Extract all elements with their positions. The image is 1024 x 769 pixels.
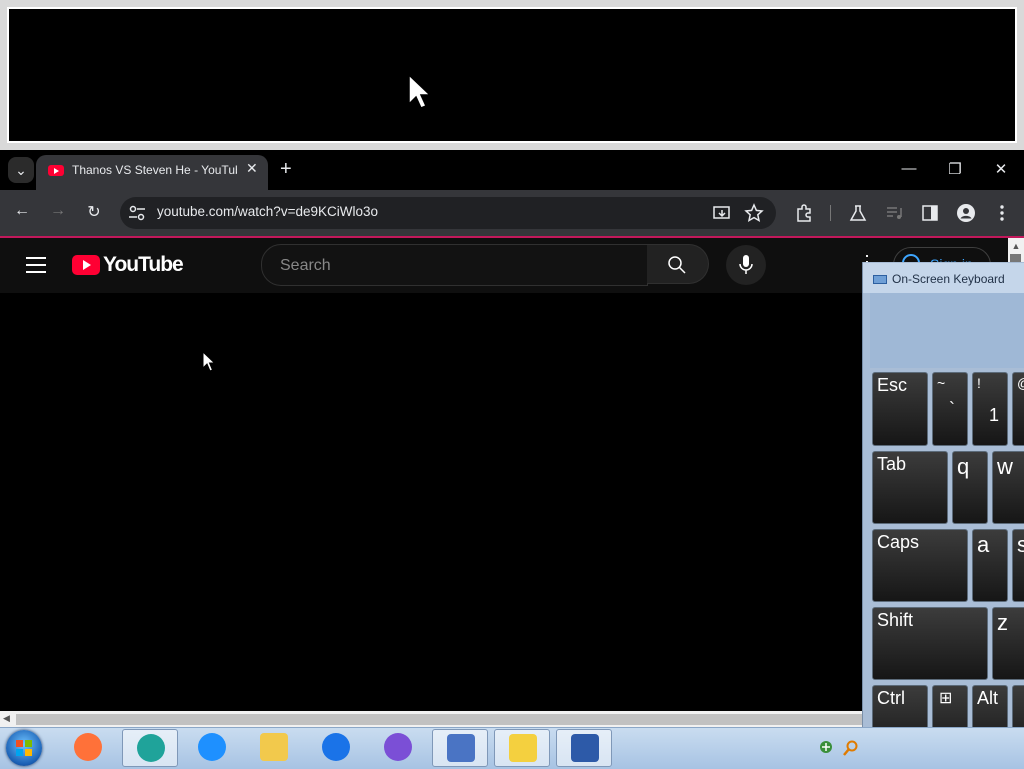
taskbar-app-firefox[interactable] [60,729,116,767]
reload-button[interactable]: ↻ [83,202,105,222]
tab-close-icon[interactable]: ✕ [246,160,258,177]
magnifier-tray-icon[interactable] [843,740,859,756]
key-label-top: ! [977,375,981,391]
key-label: Esc [877,375,908,395]
taskbar-app-internet-explorer[interactable] [184,729,240,767]
on-screen-keyboard-icon [571,734,599,762]
tips-icon [509,734,537,762]
key-shift[interactable]: Shift [872,607,988,680]
close-window-button[interactable]: ✕ [990,160,1012,178]
taskbar-app-tips[interactable] [494,729,550,767]
new-tab-button[interactable]: + [280,158,292,181]
media-controls-icon[interactable] [884,203,904,223]
taskbar-app-chrome[interactable] [308,729,364,767]
windows-logo-icon [16,740,32,756]
key-label: Alt [977,688,999,708]
key-label: Tab [877,454,907,474]
key-label: ` [949,399,955,419]
install-app-icon[interactable] [712,203,732,223]
key-label: q [957,454,970,479]
key-label: Ctrl [877,688,905,708]
mouse-cursor-icon [202,351,216,372]
osk-title: On-Screen Keyboard [892,272,1005,286]
magnifier-view [7,7,1017,143]
key-w[interactable]: w [992,451,1024,524]
key-z[interactable]: z [992,607,1024,680]
key-s[interactable]: s [1012,529,1024,602]
key-tilde[interactable]: ~ ` [932,372,968,446]
hamburger-menu-icon[interactable] [26,257,46,273]
key-tab[interactable]: Tab [872,451,948,524]
key-label: a [977,532,990,557]
key-esc[interactable]: Esc [872,372,928,446]
restore-button[interactable]: ❐ [944,160,966,178]
internet-explorer-icon [198,733,226,761]
firefox-alt-icon [384,733,412,761]
windows-logo-icon: ⊞ [939,690,953,707]
minimize-button[interactable]: — [898,160,920,177]
key-label: s [1017,532,1024,557]
microphone-icon [739,255,753,274]
key-label: w [997,454,1013,479]
taskbar-app-firefox-alt[interactable] [370,729,426,767]
key-2[interactable]: @ [1012,372,1024,446]
tab-title: Thanos VS Steven He - YouTube [72,163,237,177]
search-icon [668,256,686,274]
tab-list-button[interactable]: ⌄ [8,157,34,183]
site-info-icon[interactable] [128,205,146,221]
youtube-favicon-icon [48,165,64,176]
file-explorer-icon [260,733,288,761]
chrome-menu-icon[interactable] [992,203,1012,223]
chrome-icon [322,733,350,761]
key-label: Shift [877,610,914,630]
scroll-up-arrow-icon[interactable]: ▲ [1008,238,1024,254]
keyboard-icon [873,275,887,284]
magnifier-icon [447,734,475,762]
taskbar-app-file-explorer[interactable] [246,729,302,767]
key-q[interactable]: q [952,451,988,524]
profile-avatar-icon[interactable] [956,203,976,223]
edge-icon [137,734,165,762]
bookmark-star-icon[interactable] [744,203,764,223]
labs-flask-icon[interactable] [848,203,868,223]
key-label: 1 [989,405,1000,425]
youtube-logo-text[interactable]: YouTube [103,253,184,277]
search-input[interactable] [278,255,632,277]
key-caps-lock[interactable]: Caps [872,529,968,602]
forward-button[interactable]: → [47,202,69,220]
key-a[interactable]: a [972,529,1008,602]
network-tray-icon[interactable] [819,740,833,754]
search-button[interactable] [647,244,709,284]
taskbar-app-magnifier[interactable] [432,729,488,767]
osk-prediction-panel [870,293,1024,368]
key-label: Caps [877,532,920,552]
key-label: z [997,610,1008,635]
url-text: youtube.com/watch?v=de9KCiWlo3o [157,204,378,219]
key-label-top: @ [1017,375,1024,391]
key-1[interactable]: ! 1 [972,372,1008,446]
mouse-cursor-icon [408,74,432,109]
scroll-left-arrow-icon[interactable]: ◀ [3,713,10,724]
extensions-icon[interactable] [794,203,814,223]
side-panel-icon[interactable] [920,203,940,223]
horizontal-scroll-thumb[interactable] [16,714,862,725]
taskbar-app-edge[interactable] [122,729,178,767]
toolbar-divider [830,205,831,221]
voice-search-button[interactable] [726,245,766,285]
start-button[interactable] [6,730,42,766]
firefox-icon [74,733,102,761]
taskbar-app-on-screen-keyboard[interactable] [556,729,612,767]
back-button[interactable]: ← [11,202,33,220]
youtube-logo-icon[interactable] [72,255,100,275]
key-label-top: ~ [937,375,946,391]
